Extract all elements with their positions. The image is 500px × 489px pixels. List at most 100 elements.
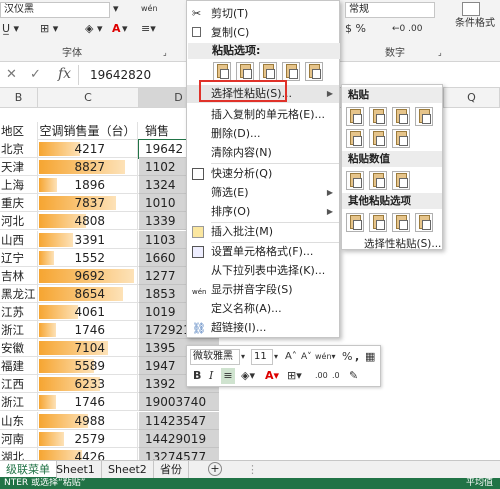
tab-provinces[interactable]: 省份 <box>154 461 189 479</box>
fill-color-icon[interactable]: ◈ ▾ <box>85 22 102 36</box>
cell-region[interactable]: 河南 <box>0 429 38 448</box>
tab-sheet1[interactable]: Sheet1 <box>50 461 102 479</box>
column-header-q[interactable]: Q <box>443 88 500 108</box>
paste-icon[interactable] <box>392 107 410 126</box>
paste-values-icon[interactable] <box>346 171 364 190</box>
add-sheet-button[interactable]: + <box>208 462 222 476</box>
border-icon[interactable]: ⊞ ▾ <box>40 22 58 36</box>
formula-input[interactable]: 19642820 <box>90 68 151 82</box>
phonetic-icon[interactable]: wén▾ <box>315 349 336 365</box>
paste-option-icon[interactable] <box>282 62 300 81</box>
cell-region[interactable]: 河北 <box>0 212 38 231</box>
cell-qty[interactable]: 3391 <box>38 230 138 249</box>
header-ac-sales[interactable]: 空调销售量（台） <box>38 122 138 140</box>
menu-item-insert-copied[interactable]: 插入复制的单元格(E)... <box>187 106 339 124</box>
paste-values-icon[interactable] <box>369 171 387 190</box>
cell-region[interactable]: 江西 <box>0 375 38 394</box>
cell-qty[interactable]: 8827 <box>38 158 138 177</box>
conditional-format-icon[interactable] <box>462 2 480 16</box>
cell-qty[interactable]: 7104 <box>38 339 138 358</box>
chevron-down-icon[interactable]: ▾ <box>241 349 245 365</box>
percent-button[interactable]: % <box>342 349 352 365</box>
italic-button[interactable]: I <box>209 368 213 384</box>
cell-qty[interactable]: 4988 <box>38 411 138 430</box>
paste-option-icon[interactable] <box>236 62 254 81</box>
cell-qty[interactable]: 4061 <box>38 302 138 321</box>
cell-region[interactable]: 江苏 <box>0 302 38 321</box>
number-format-box[interactable]: 常规 <box>345 2 435 18</box>
cell-qty[interactable]: 4217 <box>38 140 138 158</box>
cell-region[interactable]: 辽宁 <box>0 248 38 267</box>
font-color-icon[interactable]: A <box>112 22 121 36</box>
cell-region[interactable]: 天津 <box>0 158 38 177</box>
decrease-font-icon[interactable]: A˅ <box>301 349 312 365</box>
format-table-icon[interactable]: ▦ <box>365 349 375 365</box>
cell-qty[interactable]: 8654 <box>38 284 138 303</box>
paste-icon[interactable] <box>415 107 433 126</box>
menu-item-insert-comment[interactable]: 插入批注(M) <box>187 223 339 241</box>
cell-amount[interactable]: 11423547 <box>139 411 219 430</box>
align-center-icon[interactable]: ≡ <box>221 368 235 384</box>
increase-decimal-icon[interactable]: .00 <box>315 368 328 384</box>
paste-icon[interactable] <box>369 107 387 126</box>
menu-item-filter[interactable]: 筛选(E) ▶ <box>187 184 339 202</box>
fill-color-icon[interactable]: ◈▾ <box>241 368 255 384</box>
conditional-format-label[interactable]: 条件格式 <box>455 17 495 31</box>
confirm-icon[interactable]: ✓ <box>30 67 41 82</box>
decimal-icon[interactable]: ←0 .00 <box>392 22 422 36</box>
cell-region[interactable]: 福建 <box>0 357 38 376</box>
column-header-c[interactable]: C <box>38 88 139 108</box>
menu-item-pick-list[interactable]: 从下拉列表中选择(K)... <box>187 262 339 280</box>
border-icon[interactable]: ⊞▾ <box>287 368 302 384</box>
cell-region[interactable]: 山东 <box>0 411 38 430</box>
accounting-format-icon[interactable]: $ % <box>345 22 366 36</box>
menu-item-format-cells[interactable]: 设置单元格格式(F)... <box>187 243 339 261</box>
cell-amount[interactable]: 19003740 <box>139 393 219 412</box>
column-header-b[interactable]: B <box>0 88 38 108</box>
menu-item-quick-analysis[interactable]: 快速分析(Q) <box>187 165 339 183</box>
other-paste-icon[interactable] <box>369 213 387 232</box>
cell-qty[interactable]: 1746 <box>38 321 138 339</box>
cell-qty[interactable]: 6233 <box>38 375 138 394</box>
tab-sheet2[interactable]: Sheet2 <box>102 461 154 479</box>
cell-region[interactable]: 浙江 <box>0 321 38 339</box>
cancel-icon[interactable]: ✕ <box>6 67 17 82</box>
other-paste-icon[interactable] <box>346 213 364 232</box>
paste-option-icon[interactable] <box>305 62 323 81</box>
cell-qty[interactable]: 1896 <box>38 176 138 195</box>
menu-item-define-name[interactable]: 定义名称(A)... <box>187 300 339 318</box>
menu-item-phonetic[interactable]: wén 显示拼音字段(S) <box>187 281 339 299</box>
cell-region[interactable]: 吉林 <box>0 266 38 285</box>
chevron-down-icon[interactable]: ▾ <box>113 2 119 16</box>
header-region[interactable]: 地区 <box>0 122 38 140</box>
menu-item-hyperlink[interactable]: ⛓ 超链接(I)... <box>187 319 339 337</box>
cell-region[interactable]: 山西 <box>0 230 38 249</box>
paste-icon[interactable] <box>369 129 387 148</box>
underline-button[interactable]: U̲ ▾ <box>2 22 19 36</box>
paste-icon[interactable] <box>346 129 364 148</box>
menu-item-sort[interactable]: 排序(O) ▶ <box>187 203 339 221</box>
mini-size-box[interactable]: 11 <box>251 349 273 365</box>
decrease-decimal-icon[interactable]: .0 <box>332 368 340 384</box>
dialog-launcher-icon[interactable]: ⌟ <box>163 46 167 60</box>
tab-cascade-menu[interactable]: 级联菜单 <box>0 461 57 479</box>
cell-region[interactable]: 安徽 <box>0 339 38 358</box>
cell-region[interactable]: 北京 <box>0 140 38 158</box>
other-paste-icon[interactable] <box>415 213 433 232</box>
cell-region[interactable]: 重庆 <box>0 194 38 213</box>
paste-option-icon[interactable] <box>213 62 231 81</box>
cell-qty[interactable]: 9692 <box>38 266 138 285</box>
cell-qty[interactable]: 2579 <box>38 429 138 448</box>
phonetic-dropdown-icon[interactable]: ≡▾ <box>141 22 156 36</box>
phonetic-icon[interactable]: wén <box>141 2 158 16</box>
mini-font-box[interactable]: 微软雅黑 <box>190 349 240 365</box>
cell-amount[interactable]: 14429019 <box>139 429 219 448</box>
chevron-down-icon[interactable]: ▾ <box>274 349 278 365</box>
paste-icon[interactable] <box>392 129 410 148</box>
comma-button[interactable]: , <box>355 349 359 365</box>
font-color-icon[interactable]: A▾ <box>265 368 279 384</box>
paste-values-icon[interactable] <box>392 171 410 190</box>
cell-region[interactable]: 黑龙江 <box>0 284 38 303</box>
dialog-launcher-icon[interactable]: ⌟ <box>438 46 442 60</box>
menu-item-delete[interactable]: 删除(D)... <box>187 125 339 143</box>
